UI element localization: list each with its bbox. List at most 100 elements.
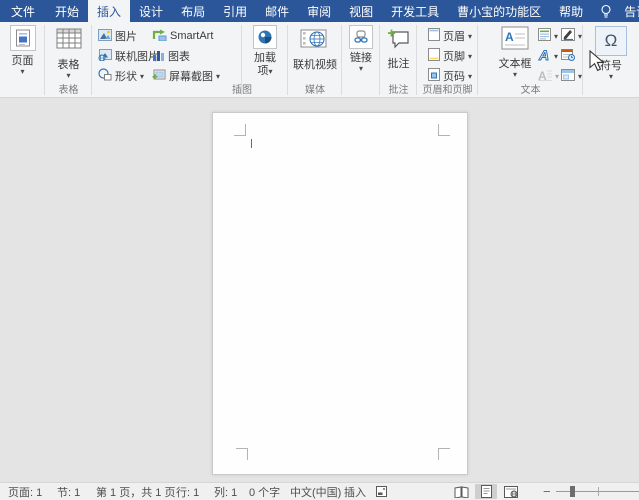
pages-button[interactable]: 页面 (2, 25, 43, 75)
screenshot-icon (152, 69, 166, 84)
print-layout-button[interactable] (475, 484, 497, 499)
margin-crop-mark-bottom-right (438, 448, 450, 460)
text-caret (251, 139, 252, 148)
tab-custom-ribbon[interactable]: 曹小宝的功能区 (448, 0, 550, 22)
link-button[interactable]: 链接 (344, 25, 378, 72)
chevron-down-icon (268, 65, 272, 78)
margin-crop-mark-bottom-left (236, 448, 248, 460)
margin-crop-mark-top-right (438, 124, 450, 136)
chevron-down-icon (468, 50, 472, 62)
pictures-button[interactable]: 图片 (98, 27, 137, 45)
online-pictures-button[interactable]: 联机图片 (98, 47, 159, 65)
footer-button[interactable]: 页脚 (428, 47, 472, 65)
picture-icon (98, 28, 112, 44)
group-label-tables: 表格 (58, 85, 79, 96)
wordart-icon: A (538, 47, 551, 64)
zoom-slider-thumb[interactable] (570, 486, 575, 497)
word-window: 文件 开始 插入 设计 布局 引用 邮件 审阅 视图 开发工具 曹小宝的功能区 … (0, 0, 639, 500)
tab-view[interactable]: 视图 (340, 0, 382, 22)
footer-icon (428, 48, 440, 64)
textbox-button[interactable]: A 文本框 (494, 26, 536, 78)
pictures-label: 图片 (115, 31, 137, 43)
footer-label: 页脚 (443, 51, 465, 63)
chevron-down-icon (140, 70, 144, 82)
chevron-down-icon (468, 30, 472, 42)
zoom-out-icon[interactable]: − (543, 483, 551, 500)
header-label: 页眉 (443, 31, 465, 43)
lightbulb-icon (592, 0, 615, 22)
svg-text:A: A (538, 48, 549, 61)
date-time-button[interactable] (561, 47, 575, 65)
tab-design[interactable]: 设计 (130, 0, 172, 22)
mouse-cursor (589, 49, 605, 74)
header-button[interactable]: 页眉 (428, 27, 472, 45)
web-layout-button[interactable] (500, 484, 522, 499)
quick-parts-button[interactable] (538, 27, 558, 45)
header-icon (428, 28, 440, 44)
date-time-icon (561, 48, 575, 64)
quick-parts-icon (538, 28, 551, 44)
tab-layout[interactable]: 布局 (172, 0, 214, 22)
tab-help[interactable]: 帮助 (550, 0, 592, 22)
chevron-down-icon (513, 71, 517, 78)
add-ins-icon (253, 25, 277, 49)
online-video-button[interactable]: 联机视频 (291, 28, 339, 72)
comment-button-label: 批注 (387, 58, 410, 70)
group-tables: 表格 表格 (45, 22, 92, 97)
tell-me-box[interactable]: 告诉我 (615, 0, 639, 22)
chart-button[interactable]: 图表 (152, 47, 190, 65)
comment-button[interactable]: 批注 (382, 27, 415, 71)
tab-mailings[interactable]: 邮件 (256, 0, 298, 22)
smartart-label: SmartArt (170, 30, 214, 42)
status-column: 列: 1 (214, 486, 238, 499)
group-label-comments: 批注 (388, 85, 409, 96)
status-input-mode[interactable]: 插入 (344, 483, 366, 500)
document-page[interactable] (212, 112, 468, 475)
smartart-button[interactable]: SmartArt (152, 27, 213, 45)
add-ins-label-line2: 项 (257, 65, 272, 78)
chevron-down-icon (554, 30, 558, 42)
status-language[interactable]: 中文(中国) (290, 483, 341, 500)
tab-references[interactable]: 引用 (214, 0, 256, 22)
read-mode-button[interactable] (450, 484, 472, 499)
group-pages: 页面 (0, 22, 45, 97)
chevron-down-icon (359, 65, 363, 72)
tab-review[interactable]: 审阅 (298, 0, 340, 22)
status-line: 行: 1 (176, 486, 200, 499)
chevron-down-icon (66, 72, 70, 79)
tab-developer[interactable]: 开发工具 (382, 0, 448, 22)
signature-line-button[interactable] (561, 27, 582, 45)
macro-record-icon[interactable] (376, 483, 387, 500)
table-button[interactable]: 表格 (48, 28, 89, 79)
shapes-button[interactable]: 形状 (98, 67, 144, 85)
status-page-of[interactable]: 第 1 页，共 1 页 (96, 483, 175, 500)
group-label-header-footer: 页眉和页脚 (422, 85, 473, 96)
online-picture-icon (98, 48, 112, 64)
group-text: A 文本框 A A (478, 22, 583, 97)
chevron-down-icon (554, 50, 558, 62)
group-header-footer: 页眉 页脚 页码 页眉和页脚 (417, 22, 478, 97)
tab-insert[interactable]: 插入 (88, 0, 131, 22)
group-label-media: 媒体 (305, 85, 325, 96)
shapes-icon (98, 68, 112, 84)
online-video-label: 联机视频 (293, 59, 337, 71)
tab-file[interactable]: 文件 (0, 0, 46, 22)
tab-home[interactable]: 开始 (46, 0, 88, 22)
wordart-button[interactable]: A (538, 47, 558, 65)
group-illustrations: 图片 联机图片 形状 SmartArt 图表 屏幕截图 (92, 22, 252, 97)
page-icon (9, 25, 36, 51)
ribbon-insert: 页面 表格 表格 图片 联机图片 (0, 22, 639, 98)
margin-crop-mark-top-left (234, 124, 246, 136)
online-video-icon (300, 28, 330, 55)
smartart-icon (152, 29, 167, 44)
group-addins: 加载 项 (242, 22, 288, 97)
textbox-icon: A (501, 26, 529, 55)
add-ins-button[interactable]: 加载 项 (246, 25, 284, 78)
signature-line-icon (561, 28, 575, 44)
status-word-count[interactable]: 0 个字 (249, 483, 280, 500)
status-page[interactable]: 页面: 1 (8, 483, 42, 500)
link-icon (349, 25, 373, 49)
group-media: 联机视频 媒体 (288, 22, 342, 97)
status-section: 节: 1 (57, 486, 81, 499)
group-comments: 批注 批注 (380, 22, 417, 97)
